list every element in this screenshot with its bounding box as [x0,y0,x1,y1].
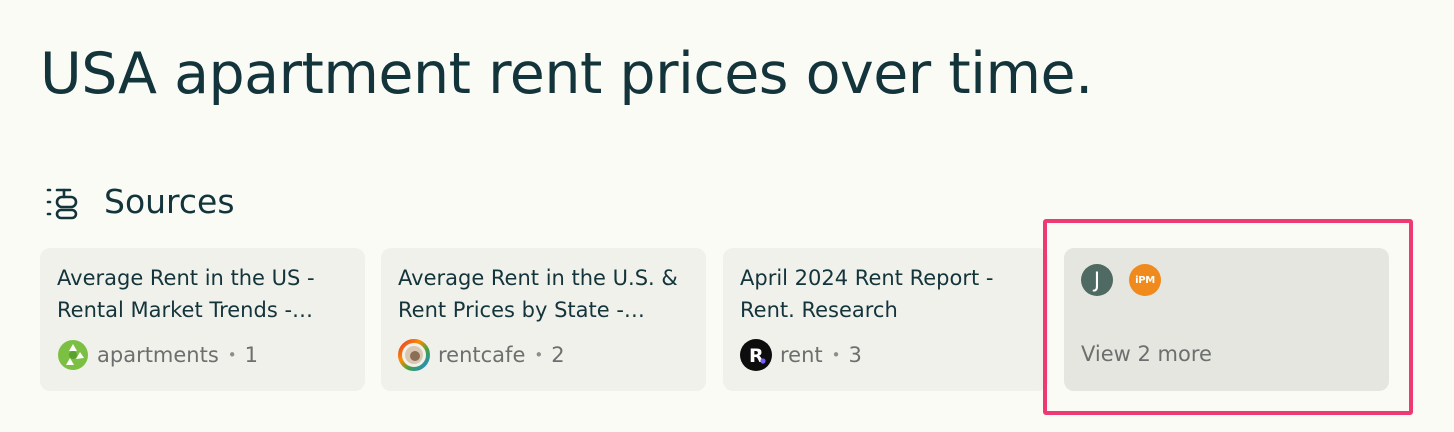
source-site-name: apartments [97,343,219,367]
source-card-meta: R rent • 3 [740,339,862,371]
source-card-title: Average Rent in the US - Rental Market T… [57,266,315,322]
view-more-label: View 2 more [1081,342,1212,366]
sources-list-icon [46,188,78,220]
meta-separator: • [534,346,544,364]
more-sources-favicons: J iPM [1081,264,1373,296]
rentcafe-favicon-icon [398,339,430,371]
source-card-apartments[interactable]: Average Rent in the US - Rental Market T… [40,248,365,391]
view-more-sources-button[interactable]: J iPM View 2 more [1064,248,1389,391]
query-title: USA apartment rent prices over time. [40,41,1093,107]
sources-heading: Sources [104,182,235,221]
source-index: 3 [848,343,862,367]
source-card-title: April 2024 Rent Report - Rent. Research [740,266,994,322]
meta-separator: • [831,346,841,364]
rent-favicon-icon: R [740,339,772,371]
j-favicon-icon: J [1081,264,1113,296]
source-index: 1 [244,343,259,367]
source-index: 2 [551,343,565,367]
source-site-name: rent [780,343,823,367]
sources-header: Sources [44,180,235,224]
source-card-meta: rentcafe • 2 [398,339,565,371]
source-card-rentcafe[interactable]: Average Rent in the U.S. & Rent Prices b… [381,248,706,391]
source-site-name: rentcafe [438,343,526,367]
svg-text:R: R [749,345,764,367]
source-card-meta: apartments • 1 [57,339,258,371]
ipm-favicon-icon: iPM [1129,264,1161,296]
apartments-favicon-icon [58,340,88,370]
source-card-rent[interactable]: April 2024 Rent Report - Rent. Research … [723,248,1048,391]
meta-separator: • [227,346,237,364]
search-result-page: USA apartment rent prices over time. Sou… [0,0,1454,432]
source-card-title: Average Rent in the U.S. & Rent Prices b… [398,266,678,322]
